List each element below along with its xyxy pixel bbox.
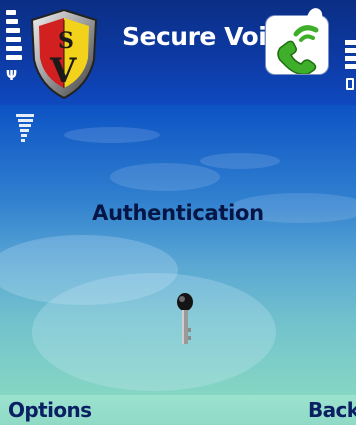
status-bar: Ψ S V Secure Voi <box>0 0 356 105</box>
secure-voice-shield-logo: S V <box>30 8 98 100</box>
phone-screen: Ψ S V Secure Voi Authentication Options … <box>0 0 356 425</box>
signal-strength-icon <box>6 10 22 70</box>
options-softkey[interactable]: Options <box>8 399 92 421</box>
background-ripple <box>32 273 276 391</box>
battery-icon <box>346 78 354 90</box>
connection-status-icon <box>16 114 34 146</box>
background-cloud <box>110 163 220 191</box>
phone-handset-icon <box>266 16 328 76</box>
back-softkey[interactable]: Back <box>308 399 356 421</box>
antenna-icon: Ψ <box>6 69 18 84</box>
shield-letter-v: V <box>49 51 77 91</box>
key-icon <box>177 293 193 344</box>
app-title: Secure Voi <box>122 22 267 51</box>
background-cloud <box>64 127 160 143</box>
authentication-label: Authentication <box>92 201 264 225</box>
background-cloud <box>200 153 280 169</box>
softkey-bar: Options Back <box>0 395 356 425</box>
